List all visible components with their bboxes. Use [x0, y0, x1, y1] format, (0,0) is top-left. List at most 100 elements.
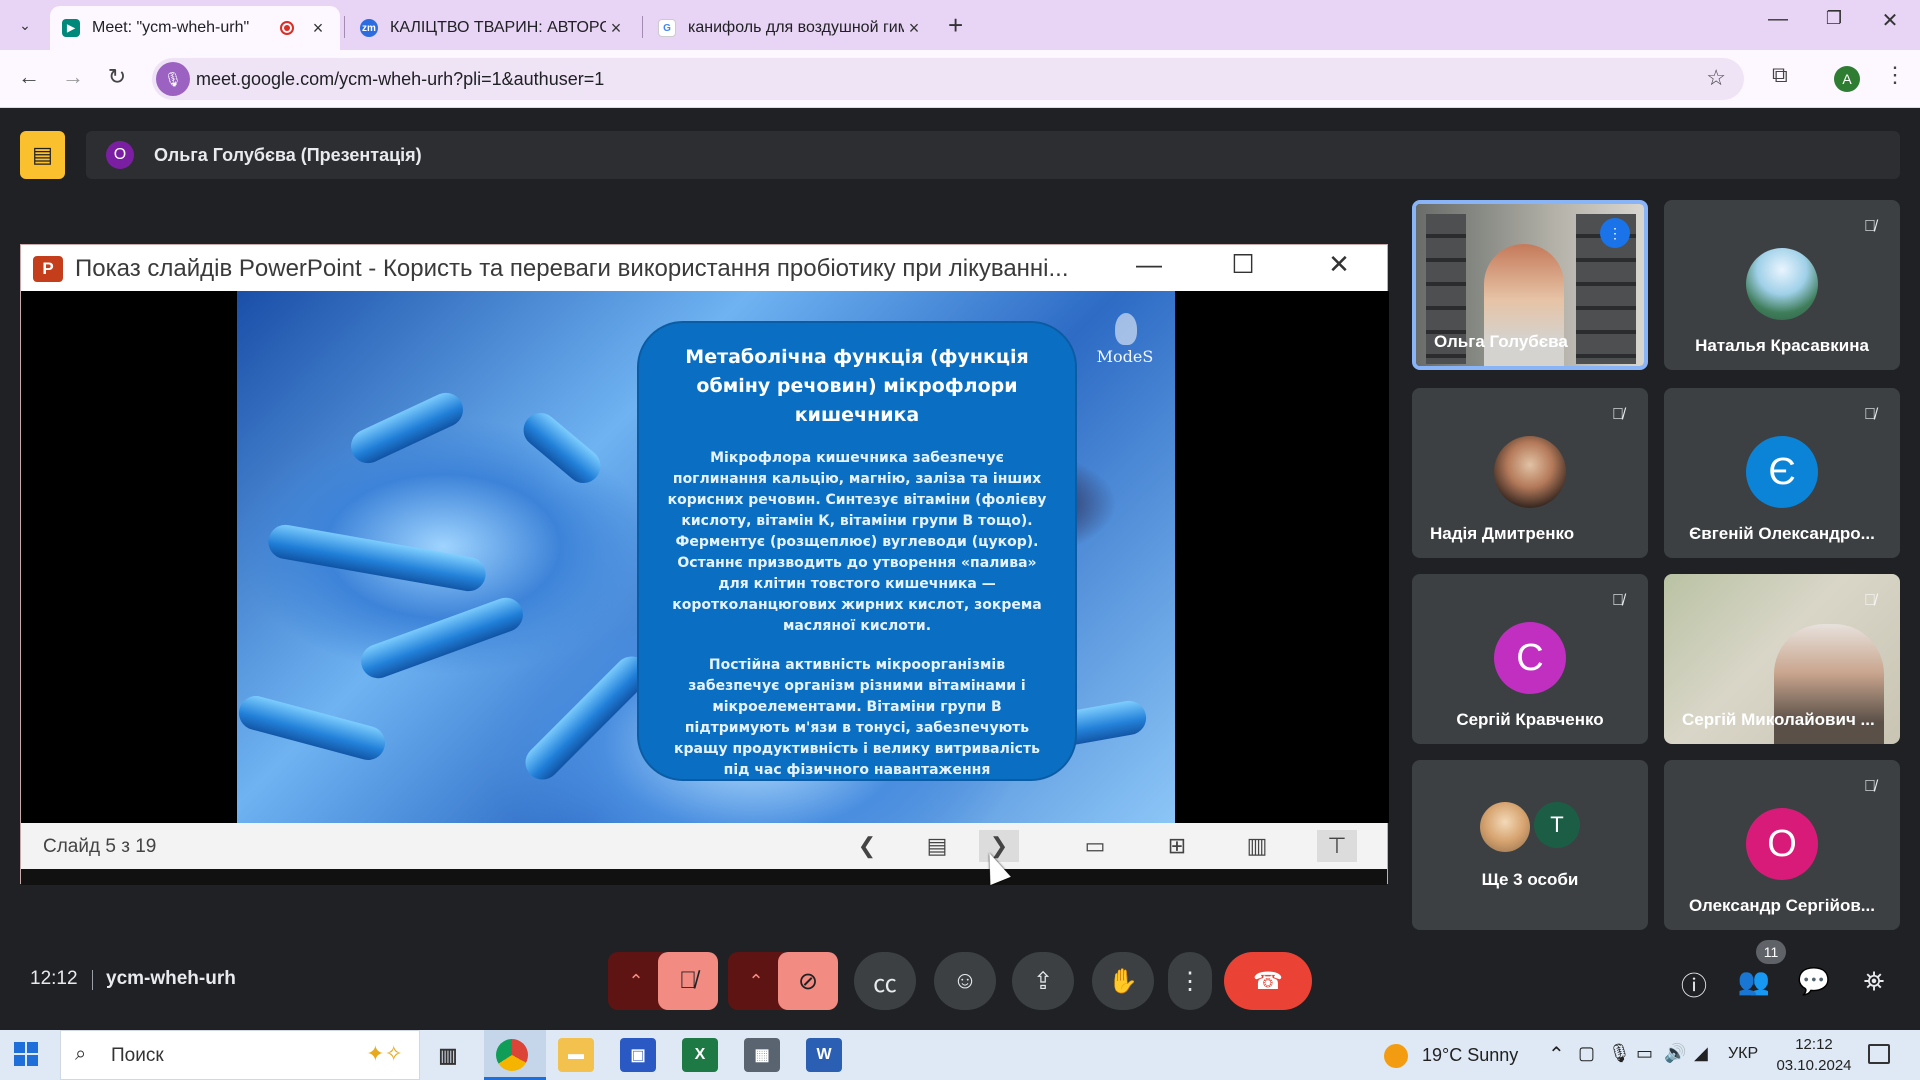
- participant-tile[interactable]: 🎙̸ С Сергій Кравченко: [1412, 574, 1648, 744]
- minimize-window-icon[interactable]: —: [1758, 8, 1798, 31]
- ppt-maximize-icon[interactable]: ☐: [1219, 249, 1267, 285]
- raise-hand-button[interactable]: ✋: [1092, 952, 1154, 1010]
- mic-off-icon: 🎙̸: [1864, 778, 1876, 795]
- normal-view-icon[interactable]: ▭: [1075, 830, 1115, 862]
- more-options-button[interactable]: ⋮: [1168, 952, 1212, 1010]
- people-icon[interactable]: 👥: [1736, 966, 1772, 997]
- forward-arrow-icon[interactable]: →: [58, 64, 88, 90]
- save-disk-icon[interactable]: ▣: [620, 1038, 656, 1072]
- participant-name: Олександр Сергійов...: [1689, 896, 1875, 915]
- browser-tab-bar: ⌄ ▶ Meet: "ycm-wheh-urh" × zm КАЛІЦТВО Т…: [0, 0, 1920, 50]
- task-view-icon[interactable]: ▥: [430, 1038, 466, 1072]
- meeting-time: 12:12: [30, 968, 78, 989]
- slide-menu-icon[interactable]: ▤: [917, 830, 957, 862]
- participant-tile[interactable]: ⋮ Ольга Голубєва: [1412, 200, 1648, 370]
- tab-search-chevron-icon[interactable]: ⌄: [12, 12, 38, 38]
- battery-icon[interactable]: ▭: [1636, 1043, 1653, 1064]
- new-tab-plus-icon[interactable]: +: [948, 10, 963, 41]
- tab-meet[interactable]: ▶ Meet: "ycm-wheh-urh" ×: [50, 6, 340, 50]
- participant-tile[interactable]: 🎙̸ О Олександр Сергійов...: [1664, 760, 1900, 930]
- weather-sun-icon[interactable]: [1384, 1044, 1408, 1068]
- reload-icon[interactable]: ↻: [102, 64, 132, 90]
- bacteria-shape: [518, 649, 656, 787]
- url-text[interactable]: meet.google.com/ycm-wheh-urh?pli=1&authu…: [196, 69, 604, 90]
- current-slide[interactable]: ModeS Метаболічна функція (функція обмін…: [237, 291, 1175, 823]
- file-explorer-icon[interactable]: ▬: [558, 1038, 594, 1072]
- meeting-info-icon[interactable]: ⓘ: [1676, 966, 1712, 1003]
- tab-zoom[interactable]: zm КАЛІЦТВО ТВАРИН: АВТОРСЬКИЙ ×: [348, 6, 638, 50]
- participant-tile[interactable]: 🎙̸ Є Євгеній Олександро...: [1664, 388, 1900, 558]
- close-window-icon[interactable]: ✕: [1870, 8, 1910, 33]
- extensions-puzzle-icon[interactable]: ⧉: [1772, 62, 1788, 88]
- slide-sorter-icon[interactable]: ⊞: [1157, 830, 1197, 862]
- google-meet-icon: ▶: [62, 19, 80, 37]
- restore-window-icon[interactable]: ❐: [1814, 8, 1854, 29]
- reading-view-icon[interactable]: ▥: [1237, 830, 1277, 862]
- presenter-label: Ольга Голубєва (Презентація): [154, 145, 422, 165]
- chat-icon[interactable]: 💬: [1796, 966, 1832, 997]
- window-bottom-shadow: [21, 869, 1387, 885]
- weather-text[interactable]: 19°C Sunny: [1422, 1045, 1518, 1066]
- close-tab-icon[interactable]: ×: [606, 18, 626, 39]
- activities-icon[interactable]: ⛯: [1856, 966, 1892, 998]
- participant-tile[interactable]: 🎙̸ Надія Дмитренко: [1412, 388, 1648, 558]
- video-options-chevron-icon[interactable]: ⌃: [728, 952, 784, 1010]
- presentation-banner: О Ольга Голубєва (Презентація): [86, 131, 1900, 179]
- calculator-icon[interactable]: ▦: [744, 1038, 780, 1072]
- leave-call-button[interactable]: ☎: [1224, 952, 1312, 1010]
- slide-text-card: Метаболічна функція (функція обміну речо…: [637, 321, 1077, 781]
- powerpoint-window-title: Показ слайдів PowerPoint - Користь та пе…: [75, 255, 1069, 282]
- tray-camera-icon[interactable]: ▢: [1578, 1043, 1595, 1064]
- taskbar-search[interactable]: ⌕ Поиск ✦✧: [60, 1030, 420, 1080]
- address-bar[interactable]: 🎙 meet.google.com/ycm-wheh-urh?pli=1&aut…: [152, 58, 1744, 100]
- tab-separator: [344, 16, 345, 38]
- chrome-icon[interactable]: [496, 1039, 528, 1071]
- tray-chevron-up-icon[interactable]: ⌃: [1548, 1042, 1565, 1067]
- powerpoint-icon: P: [33, 256, 63, 282]
- language-indicator[interactable]: УКР: [1728, 1045, 1758, 1063]
- bookmark-star-icon[interactable]: ☆: [1706, 65, 1726, 91]
- volume-icon[interactable]: 🔊: [1664, 1043, 1686, 1064]
- divider: [92, 970, 93, 990]
- audio-options-chevron-icon[interactable]: ⌃: [608, 952, 664, 1010]
- system-clock[interactable]: 12:12 03.10.2024: [1774, 1034, 1854, 1076]
- slide-stage[interactable]: ModeS Метаболічна функція (функція обмін…: [21, 291, 1389, 823]
- windows-start-icon[interactable]: [14, 1042, 38, 1066]
- zoom-icon: zm: [360, 19, 378, 37]
- word-icon[interactable]: W: [806, 1038, 842, 1072]
- camera-off-button[interactable]: ⊘: [778, 952, 838, 1010]
- slideshow-view-icon[interactable]: ⊤: [1317, 830, 1357, 862]
- present-screen-button[interactable]: ⇪: [1012, 952, 1074, 1010]
- bacteria-shape: [345, 387, 469, 469]
- site-info-mic-icon[interactable]: 🎙: [156, 62, 190, 96]
- participant-name: Євгеній Олександро...: [1689, 524, 1875, 543]
- wifi-icon[interactable]: ◢: [1694, 1043, 1708, 1064]
- tab-google-search[interactable]: G канифоль для воздушной гимнастики ×: [646, 6, 936, 50]
- close-tab-icon[interactable]: ×: [904, 18, 924, 39]
- more-participants-tile[interactable]: T Ще 3 особи: [1412, 760, 1648, 930]
- mic-off-icon: 🎙̸: [1864, 592, 1876, 609]
- emoji-reaction-button[interactable]: ☺: [934, 952, 996, 1010]
- tray-mic-icon[interactable]: 🎙: [1608, 1043, 1631, 1064]
- captions-button[interactable]: ㏄: [854, 952, 916, 1010]
- previous-slide-icon[interactable]: ❮: [847, 830, 887, 862]
- excel-icon[interactable]: X: [682, 1038, 718, 1072]
- notifications-icon[interactable]: [1868, 1044, 1890, 1064]
- participant-name: Ольга Голубєва: [1434, 332, 1568, 351]
- back-arrow-icon[interactable]: ←: [14, 64, 44, 90]
- profile-avatar[interactable]: A: [1834, 66, 1860, 92]
- participant-tile[interactable]: 🎙̸ Наталья Красавкина: [1664, 200, 1900, 370]
- mic-off-button[interactable]: 🎙̸: [658, 952, 718, 1010]
- ppt-minimize-icon[interactable]: —: [1125, 249, 1173, 285]
- powerpoint-window: P Показ слайдів PowerPoint - Користь та …: [20, 244, 1389, 885]
- slideshow-statusbar: Слайд 5 з 19 ❮ ▤ ❯ ▭ ⊞ ▥ ⊤: [21, 823, 1387, 869]
- presenter-avatar: О: [106, 141, 134, 169]
- participant-tile[interactable]: 🎙̸ Сергій Миколайович ...: [1664, 574, 1900, 744]
- stop-presentation-icon[interactable]: ▤: [20, 131, 65, 179]
- close-tab-icon[interactable]: ×: [308, 18, 328, 39]
- ppt-close-icon[interactable]: ✕: [1315, 249, 1363, 285]
- browser-menu-icon[interactable]: ⋮: [1884, 62, 1906, 88]
- slide-logo: ModeS: [1085, 311, 1165, 371]
- meeting-code: ycm-wheh-urh: [106, 968, 236, 989]
- copilot-sparkle-icon: ✦✧: [366, 1041, 403, 1066]
